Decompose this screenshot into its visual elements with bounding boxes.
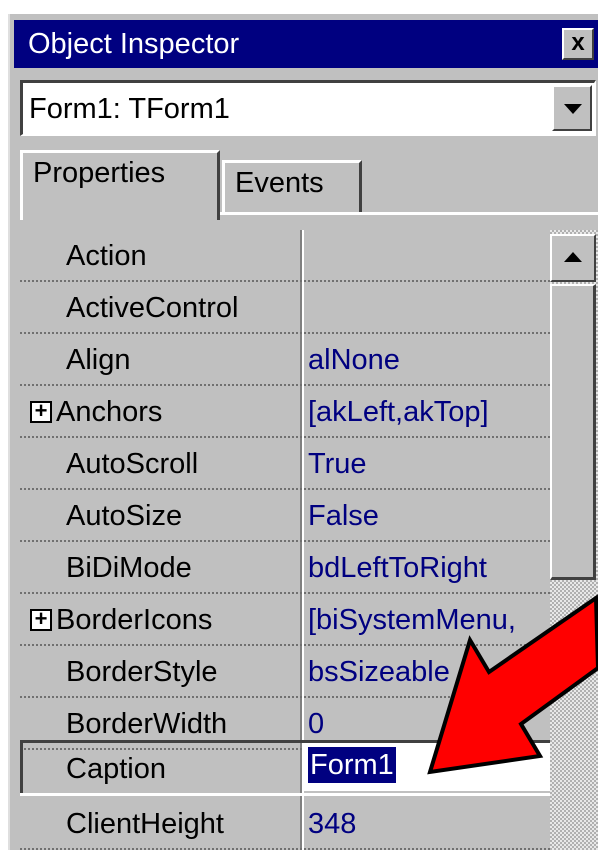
property-row-action[interactable]: Action <box>20 230 550 282</box>
expand-icon[interactable]: + <box>30 608 52 631</box>
caption-edit-field[interactable]: Form1 <box>304 743 550 791</box>
property-name: BorderWidth <box>66 708 228 740</box>
property-name: BiDiMode <box>66 552 192 584</box>
object-selector-dropdown[interactable]: Form1: TForm1 <box>20 80 596 136</box>
property-name: Anchors <box>56 396 163 428</box>
property-row-bordericons[interactable]: + BorderIcons [biSystemMenu, <box>20 594 550 646</box>
property-name: Caption <box>66 753 166 785</box>
property-value[interactable]: True <box>308 444 548 484</box>
property-grid: Action ActiveControl Align alNone + Anch… <box>20 230 550 850</box>
property-value[interactable]: alNone <box>308 340 548 380</box>
scroll-up-button[interactable] <box>550 234 596 282</box>
vertical-scrollbar[interactable] <box>550 230 598 850</box>
property-value[interactable]: [biSystemMenu, <box>308 600 548 640</box>
property-value[interactable]: bdLeftToRight <box>308 548 548 588</box>
expand-icon[interactable]: + <box>30 400 52 423</box>
title-bar[interactable]: Object Inspector x <box>14 20 598 68</box>
property-row-bidimode[interactable]: BiDiMode bdLeftToRight <box>20 542 550 594</box>
property-name: Action <box>66 240 147 272</box>
caption-edit-value[interactable]: Form1 <box>308 747 396 783</box>
tab-events[interactable]: Events <box>222 160 362 212</box>
property-name: BorderIcons <box>56 604 213 636</box>
property-value[interactable]: [akLeft,akTop] <box>308 392 548 432</box>
object-selector-value: Form1: TForm1 <box>29 93 230 125</box>
chevron-down-icon <box>564 104 582 114</box>
property-name: AutoSize <box>66 500 183 532</box>
property-name: BorderStyle <box>66 656 218 688</box>
chevron-up-icon <box>564 252 582 262</box>
property-value[interactable]: 348 <box>308 804 548 844</box>
dropdown-button[interactable] <box>552 85 592 131</box>
property-value[interactable]: False <box>308 496 548 536</box>
property-row-borderstyle[interactable]: BorderStyle bsSizeable <box>20 646 550 698</box>
property-row-align[interactable]: Align alNone <box>20 334 550 386</box>
tab-properties[interactable]: Properties <box>20 150 220 220</box>
window-title: Object Inspector <box>28 28 240 60</box>
scroll-thumb[interactable] <box>550 284 596 580</box>
property-row-anchors[interactable]: + Anchors [akLeft,akTop] <box>20 386 550 438</box>
property-value[interactable]: 0 <box>308 704 548 744</box>
property-value[interactable]: bsSizeable <box>308 652 548 692</box>
property-row-clientheight[interactable]: ClientHeight 348 <box>20 798 550 850</box>
property-row-caption[interactable]: Caption Form1 <box>20 740 550 796</box>
property-row-autoscroll[interactable]: AutoScroll True <box>20 438 550 490</box>
property-name: ClientHeight <box>66 808 224 840</box>
property-row-activecontrol[interactable]: ActiveControl <box>20 282 550 334</box>
property-name: AutoScroll <box>66 448 199 480</box>
property-name: Align <box>66 344 131 376</box>
close-icon[interactable]: x <box>562 28 594 60</box>
property-name: ActiveControl <box>66 292 239 324</box>
property-row-autosize[interactable]: AutoSize False <box>20 490 550 542</box>
